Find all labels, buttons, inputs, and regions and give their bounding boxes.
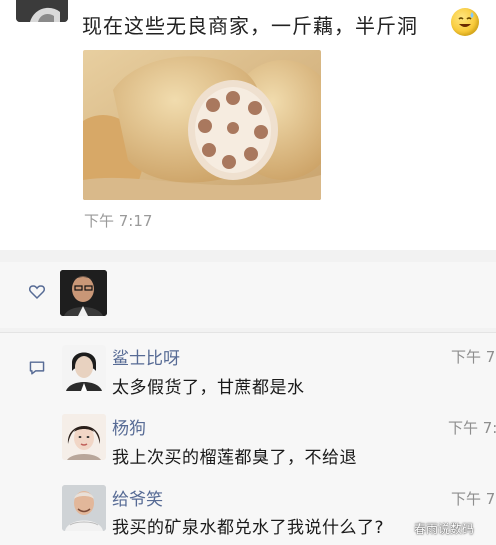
grinning-sweat-emoji-icon	[451, 8, 479, 36]
commenter-avatar[interactable]	[62, 345, 106, 391]
comment-text[interactable]: 我上次买的榴莲都臭了，不给退	[112, 443, 357, 468]
comment-icon	[28, 360, 46, 376]
watermark: 春雨说数码	[414, 522, 475, 536]
post-time: 下午 7:17	[84, 212, 153, 230]
liker-avatar[interactable]	[60, 270, 107, 316]
lotus-root-image[interactable]	[83, 50, 321, 200]
comment-text[interactable]: 太多假货了，甘蔗都是水	[112, 373, 305, 398]
heart-icon	[28, 283, 46, 301]
commenter-avatar[interactable]	[62, 485, 106, 531]
comment-text[interactable]: 我买的矿泉水都兑水了我说什么了?	[112, 513, 384, 538]
commenter-name[interactable]: 给爷笑	[112, 485, 163, 510]
commenter-name[interactable]: 鲨士比呀	[112, 344, 180, 369]
section-gap	[0, 250, 496, 260]
post-text: 现在这些无良商家，一斤藕，半斤洞	[82, 14, 418, 38]
comment-time: 下午 7:	[451, 490, 496, 508]
commenter-name[interactable]: 杨狗	[112, 414, 146, 439]
commenter-avatar[interactable]	[62, 414, 106, 460]
comment-time: 下午 7:	[448, 419, 496, 437]
poster-avatar[interactable]	[16, 0, 68, 22]
moment-card: 现在这些无良商家，一斤藕，半斤洞 下午 7:17	[0, 0, 496, 250]
comment-time: 下午 7:	[451, 348, 496, 366]
